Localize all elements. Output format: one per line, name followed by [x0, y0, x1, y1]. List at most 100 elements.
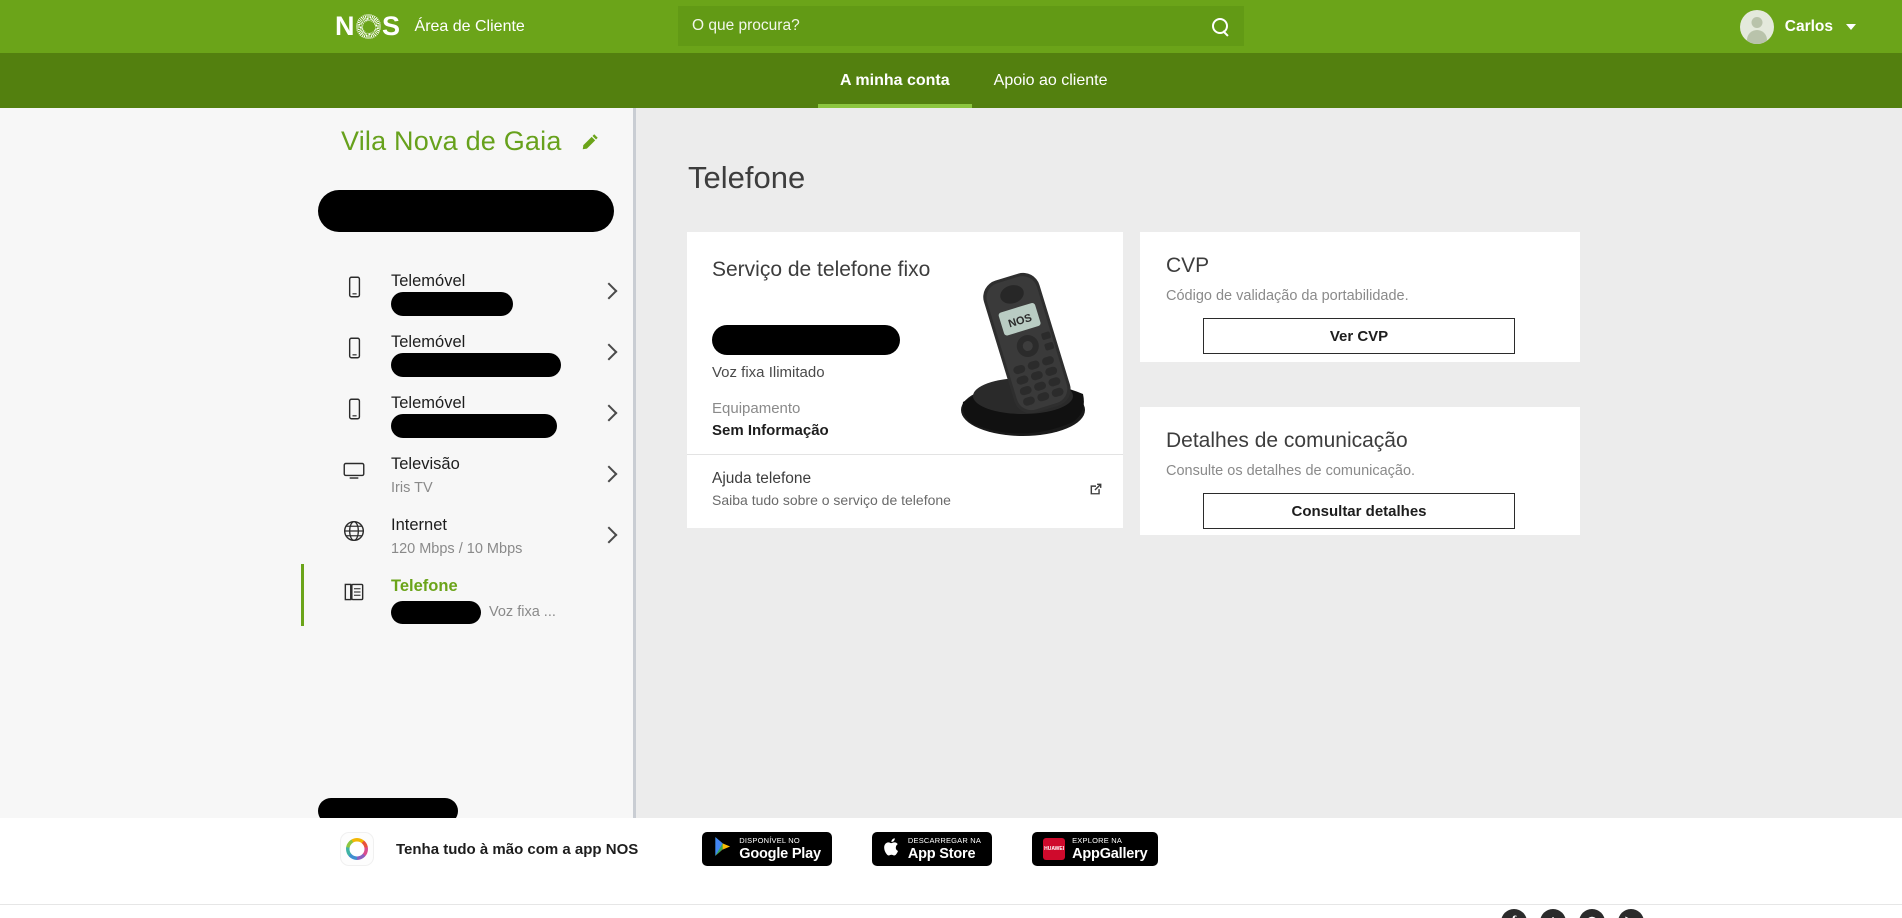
account-redacted-block	[318, 190, 614, 232]
sidebar-item-internet[interactable]: Internet 120 Mbps / 10 Mbps	[341, 507, 621, 568]
help-subtitle: Saiba tudo sobre o serviço de telefone	[712, 492, 951, 508]
chevron-right-icon[interactable]	[600, 404, 618, 422]
badge-small-text: Disponível no	[739, 836, 800, 845]
card-divider	[687, 454, 1123, 455]
app-root: NS Área de Cliente Carlos A minha conta …	[0, 0, 1902, 918]
external-link-icon[interactable]	[1087, 480, 1105, 498]
search-box[interactable]	[678, 6, 1244, 46]
tab-a-minha-conta[interactable]: A minha conta	[818, 53, 972, 108]
top-bar: NS Área de Cliente Carlos	[0, 0, 1902, 53]
search-input[interactable]	[692, 17, 1211, 35]
card-title: CVP	[1166, 254, 1210, 277]
ver-cvp-button[interactable]: Ver CVP	[1203, 318, 1515, 354]
tab-label: A minha conta	[840, 71, 950, 89]
card-subtitle: Código de validação da portabilidade.	[1166, 288, 1409, 304]
redacted-phone-number	[712, 325, 900, 355]
location-header: Vila Nova de Gaia	[341, 126, 599, 157]
huawei-icon: HUAWEI	[1043, 838, 1066, 860]
chevron-down-icon[interactable]	[1846, 23, 1856, 30]
page-title: Telefone	[688, 160, 806, 195]
youtube-icon[interactable]: ▶	[1618, 909, 1644, 918]
badge-small-text: Explore na	[1072, 836, 1123, 845]
sidebar-item-label: Telemóvel	[391, 272, 466, 290]
equipment-label: Equipamento	[712, 400, 801, 417]
footer-divider	[0, 904, 1902, 905]
sidebar-item-sublabel: Voz fixa ...	[489, 603, 556, 620]
redacted-msisdn	[391, 352, 561, 377]
sidebar-item-sublabel: Iris TV	[391, 479, 433, 496]
sidebar-item-telefone[interactable]: Telefone Voz fixa ...	[301, 564, 621, 629]
fixed-phone-service-card: Serviço de telefone fixo Voz fixa Ilimit…	[687, 232, 1123, 528]
app-gallery-badge[interactable]: HUAWEI Explore na AppGallery	[1032, 832, 1159, 866]
google-play-badge[interactable]: Disponível no Google Play	[702, 832, 832, 866]
landline-phone-icon	[341, 579, 367, 605]
help-title: Ajuda telefone	[712, 470, 812, 487]
sidebar-scrollbar[interactable]	[633, 108, 636, 818]
sidebar-item-label: Telemóvel	[391, 333, 466, 351]
cvp-card: CVP Código de validação da portabilidade…	[1140, 232, 1580, 362]
tab-label: Apoio ao cliente	[993, 71, 1108, 89]
badge-small-text: Descarregar na	[907, 836, 982, 845]
sidebar-item-telemovel-1[interactable]: Telemóvel	[341, 263, 621, 324]
pencil-icon[interactable]	[582, 133, 599, 150]
phone-help-link[interactable]: Ajuda telefone Saiba tudo sobre o serviç…	[712, 470, 1105, 508]
sidebar-item-label: Internet	[391, 516, 447, 534]
sidebar-item-telemovel-2[interactable]: Telemóvel	[341, 324, 621, 385]
globe-icon	[341, 518, 367, 544]
tab-apoio-ao-cliente[interactable]: Apoio ao cliente	[972, 53, 1130, 108]
sidebar-item-sublabel: 120 Mbps / 10 Mbps	[391, 540, 523, 557]
brand-subtitle: Área de Cliente	[414, 17, 525, 35]
active-indicator	[301, 564, 304, 626]
card-title: Detalhes de comunicação	[1166, 429, 1408, 452]
main-content: Telefone Serviço de telefone fixo Voz fi…	[639, 108, 1902, 818]
sidebar-item-telemovel-3[interactable]: Telemóvel	[341, 385, 621, 446]
sidebar-item-label: Telefone	[391, 577, 458, 595]
redacted-msisdn	[391, 413, 557, 438]
badge-big-text: Google Play	[739, 845, 821, 862]
chevron-right-icon[interactable]	[600, 465, 618, 483]
mobile-phone-icon	[341, 396, 367, 422]
communication-details-card: Detalhes de comunicação Consulte os deta…	[1140, 407, 1580, 535]
twitter-icon[interactable]: t	[1540, 909, 1566, 918]
main-navigation: A minha conta Apoio ao cliente	[0, 53, 1902, 108]
sidebar-item-label: Telemóvel	[391, 394, 466, 412]
social-links: f t ◎ ▶	[1501, 909, 1644, 918]
sidebar-item-label: Televisão	[391, 455, 460, 473]
redacted-landline-number	[391, 600, 481, 624]
mobile-phone-icon	[341, 274, 367, 300]
phone-plan-label: Voz fixa Ilimitado	[712, 364, 825, 381]
badge-big-text: AppGallery	[1072, 845, 1148, 862]
equipment-value: Sem Informação	[712, 422, 829, 439]
nos-app-icon	[340, 832, 374, 866]
apple-icon	[883, 837, 901, 862]
content-area: Vila Nova de Gaia Telemóvel Telemóvel Te…	[0, 108, 1902, 918]
redacted-msisdn	[391, 291, 513, 316]
avatar[interactable]	[1739, 9, 1774, 44]
app-store-badge[interactable]: Descarregar na App Store	[871, 832, 993, 866]
mobile-phone-icon	[341, 335, 367, 361]
sidebar-item-televisao[interactable]: Televisão Iris TV	[341, 446, 621, 507]
chevron-right-icon[interactable]	[600, 526, 618, 544]
brand[interactable]: NS Área de Cliente	[335, 0, 525, 53]
card-title: Serviço de telefone fixo	[712, 258, 931, 281]
badge-big-text: App Store	[907, 845, 976, 862]
cordless-phone-image: NOS	[915, 270, 1115, 445]
footer-tagline: Tenha tudo à mão com a app NOS	[396, 840, 639, 858]
nos-ring-icon	[356, 14, 381, 39]
chevron-right-icon[interactable]	[600, 343, 618, 361]
card-subtitle: Consulte os detalhes de comunicação.	[1166, 463, 1416, 479]
search-icon[interactable]	[1211, 17, 1230, 36]
chevron-right-icon[interactable]	[600, 282, 618, 300]
consultar-detalhes-button[interactable]: Consultar detalhes	[1203, 493, 1515, 529]
nos-logo-icon[interactable]: NS	[335, 13, 401, 40]
location-name: Vila Nova de Gaia	[341, 126, 562, 156]
user-menu[interactable]: Carlos	[1739, 0, 1856, 53]
sidebar: Vila Nova de Gaia Telemóvel Telemóvel Te…	[0, 108, 636, 868]
facebook-icon[interactable]: f	[1501, 909, 1527, 918]
television-icon	[341, 457, 367, 483]
user-name: Carlos	[1784, 17, 1833, 35]
google-play-icon	[713, 836, 732, 862]
footer: Tenha tudo à mão com a app NOS Disponíve…	[0, 818, 1902, 918]
instagram-icon[interactable]: ◎	[1579, 909, 1605, 918]
service-list: Telemóvel Telemóvel Telemóvel Televisão …	[301, 263, 621, 629]
